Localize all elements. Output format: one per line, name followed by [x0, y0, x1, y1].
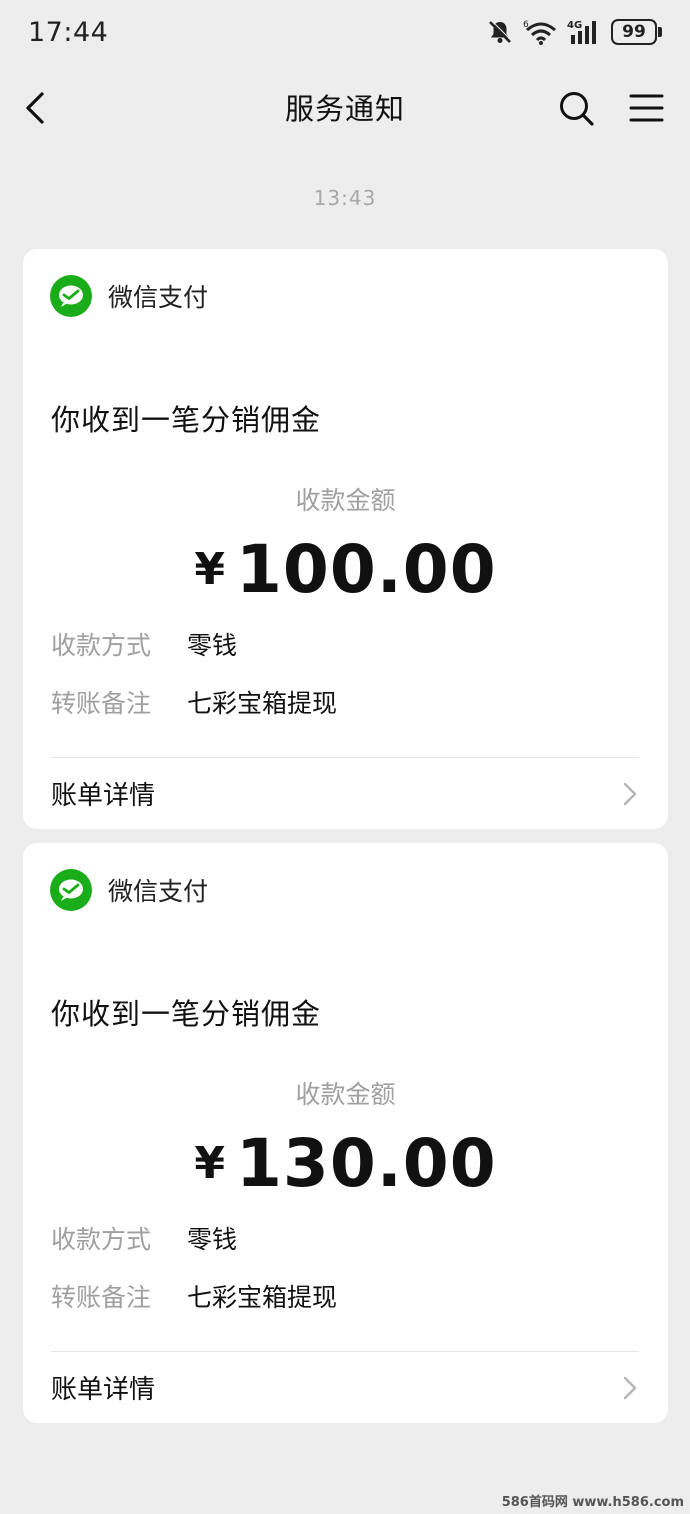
- notification-title: 你收到一笔分销佣金: [51, 403, 322, 437]
- status-time: 17:44: [28, 16, 109, 48]
- transfer-remark-row: 转账备注 七彩宝箱提现: [51, 1278, 337, 1314]
- status-bar: 17:44 6 4G 99: [0, 0, 690, 64]
- watermark-text: 586首码网 www.h586.com: [501, 1495, 684, 1510]
- amount-value: ¥130.00: [23, 1125, 668, 1202]
- transfer-remark-value: 七彩宝箱提现: [187, 1283, 338, 1312]
- nav-bar: 服务通知: [0, 64, 690, 150]
- currency-symbol: ¥: [194, 544, 226, 595]
- status-icons: 6 4G 99: [487, 18, 662, 46]
- amount-label: 收款金额: [295, 486, 396, 515]
- battery-icon: 99: [611, 19, 662, 45]
- notification-title: 你收到一笔分销佣金: [51, 997, 322, 1031]
- amount-value: ¥100.00: [23, 531, 668, 608]
- signal-4g-icon: 4G: [567, 20, 596, 44]
- menu-icon[interactable]: [626, 88, 666, 128]
- search-icon[interactable]: [556, 88, 596, 128]
- bill-detail-link[interactable]: 账单详情: [23, 1352, 668, 1423]
- mute-bell-icon: [489, 20, 512, 43]
- bill-detail-label: 账单详情: [51, 1375, 156, 1405]
- chevron-right-icon: [623, 782, 637, 805]
- transfer-remark-value: 七彩宝箱提现: [187, 689, 338, 718]
- svg-text:4G: 4G: [567, 20, 582, 31]
- card-header: 微信支付: [50, 275, 208, 317]
- payment-method-value: 零钱: [187, 631, 238, 660]
- transfer-remark-label: 转账备注: [51, 689, 152, 718]
- amount-number: 100.00: [235, 531, 497, 608]
- bill-detail-label: 账单详情: [51, 781, 156, 811]
- page-title: 服务通知: [284, 92, 405, 126]
- payment-method-label: 收款方式: [51, 1225, 152, 1254]
- amount-label: 收款金额: [295, 1080, 396, 1109]
- pay-service-name: 微信支付: [108, 283, 209, 312]
- transfer-remark-row: 转账备注 七彩宝箱提现: [51, 684, 337, 720]
- payment-method-row: 收款方式 零钱: [51, 1220, 237, 1256]
- message-timestamp: 13:43: [313, 186, 377, 210]
- currency-symbol: ¥: [194, 1138, 226, 1189]
- payment-method-label: 收款方式: [51, 631, 152, 660]
- chevron-right-icon: [623, 1376, 637, 1399]
- wechat-pay-icon: [50, 275, 92, 317]
- payment-method-value: 零钱: [187, 1225, 238, 1254]
- back-arrow-icon[interactable]: [18, 88, 58, 128]
- card-header: 微信支付: [50, 869, 208, 911]
- payment-notification-card[interactable]: 微信支付 你收到一笔分销佣金 收款金额 ¥100.00 收款方式 零钱 转账备注…: [23, 249, 668, 829]
- wifi-icon: 6: [523, 20, 556, 45]
- payment-notification-card[interactable]: 微信支付 你收到一笔分销佣金 收款金额 ¥130.00 收款方式 零钱 转账备注…: [23, 843, 668, 1423]
- amount-number: 130.00: [235, 1125, 497, 1202]
- transfer-remark-label: 转账备注: [51, 1283, 152, 1312]
- payment-method-row: 收款方式 零钱: [51, 626, 237, 662]
- battery-level: 99: [611, 19, 657, 45]
- wechat-pay-icon: [50, 869, 92, 911]
- pay-service-name: 微信支付: [108, 877, 209, 906]
- bill-detail-link[interactable]: 账单详情: [23, 758, 668, 829]
